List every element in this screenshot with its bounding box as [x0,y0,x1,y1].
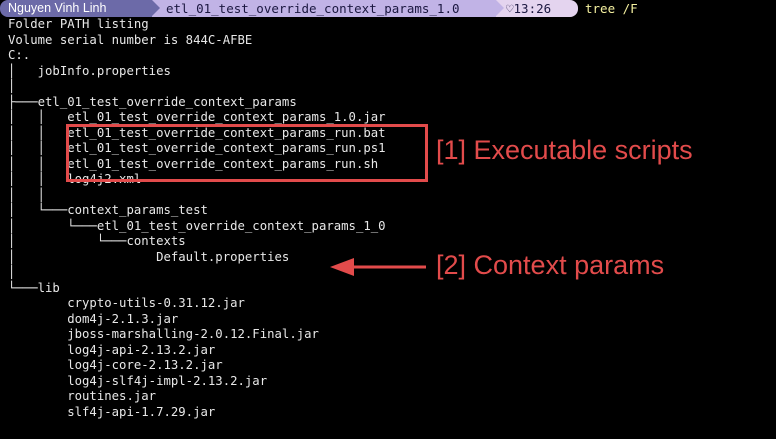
terminal-line: log4j-api-2.13.2.jar [8,342,216,357]
terminal-line: │ └───etl_01_test_override_context_param… [8,218,386,233]
terminal-line: │ └───context_params_test [8,203,208,217]
prompt-directory: etl_01_test_override_context_params_1.0 [152,0,496,17]
annotation-context-params: [2] Context params [436,250,665,280]
terminal-line: jboss-marshalling-2.0.12.Final.jar [8,327,319,341]
terminal-line: C:. [8,48,31,62]
terminal-line: │ [8,79,16,93]
terminal-line: log4j-core-2.13.2.jar [8,358,223,372]
prompt-separator-2 [496,0,504,16]
prompt-user: Nguyen Vinh Linh [0,0,152,17]
prompt-command[interactable]: tree /F [585,0,638,17]
prompt-bar: Nguyen Vinh Linh etl_01_test_override_co… [0,0,776,17]
heart-icon: ♡ [506,1,514,16]
prompt-time: 13:26 [513,1,552,16]
terminal-output: Folder PATH listing Volume serial number … [8,17,386,420]
terminal-line: crypto-utils-0.31.12.jar [8,296,245,310]
terminal-line: │ [8,265,16,279]
terminal-line: slf4j-api-1.7.29.jar [8,404,216,419]
annotation-executable-scripts: [1] Executable scripts [436,135,693,165]
terminal-line: │ └───contexts [8,234,186,248]
arrow-left-icon [330,258,426,276]
prompt-separator-1 [152,0,160,16]
command-text: tree /F [585,1,638,16]
terminal-line: ├───etl_01_test_override_context_params [8,94,297,109]
terminal-line: │ │ [8,187,46,202]
terminal-line: │ Default.properties [8,249,290,264]
terminal-line: dom4j-2.1.3.jar [8,311,179,326]
terminal-line: │ jobInfo.properties [8,63,171,78]
terminal-line: Folder PATH listing [8,17,149,31]
terminal-line: Volume serial number is 844C-AFBE [8,32,253,47]
executable-scripts-highlight-box [66,124,428,182]
terminal-line: └───lib [8,280,60,295]
terminal-line: routines.jar [8,389,157,403]
prompt-time-segment: ♡13:26 [496,0,578,17]
terminal-line: log4j-slf4j-impl-2.13.2.jar [8,373,268,388]
